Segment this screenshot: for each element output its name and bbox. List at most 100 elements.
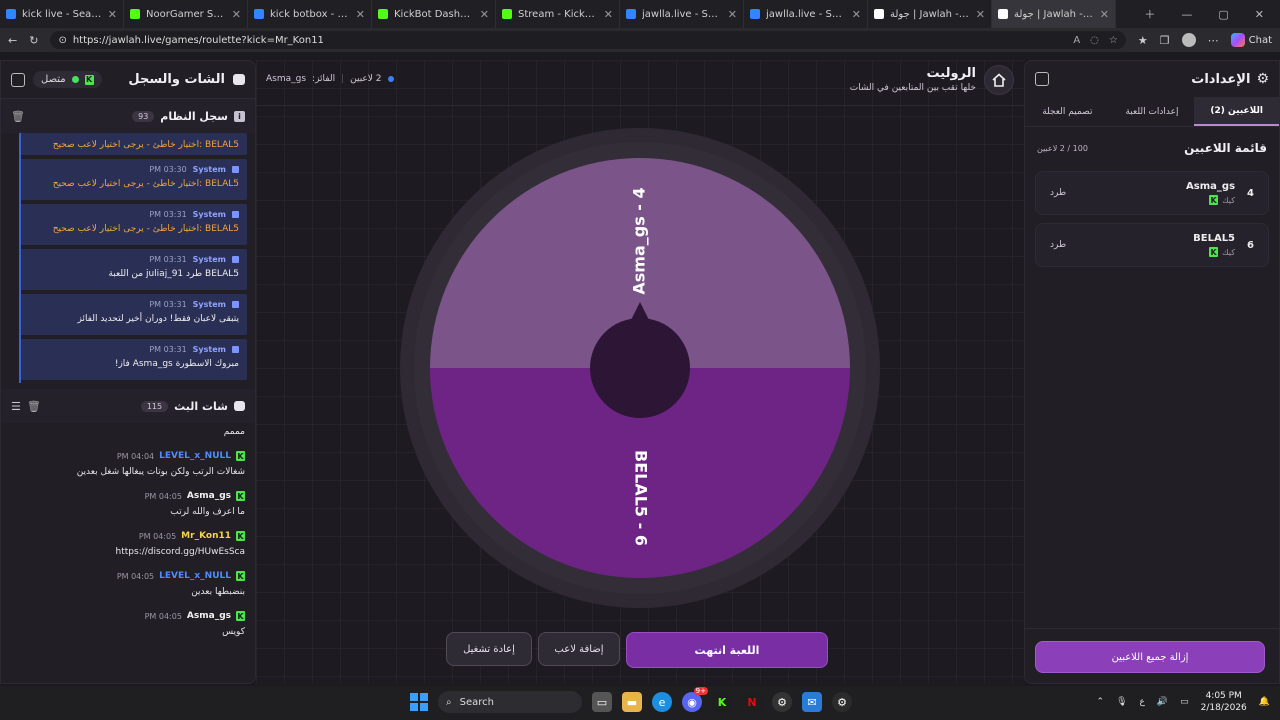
roulette-wheel[interactable]: Asma_gs - 4 BELAL5 - 6 — [398, 126, 882, 610]
settings-app-icon[interactable]: ⚙ — [832, 692, 852, 712]
window-controls: ＋ — ▢ ✕ — [1144, 0, 1280, 28]
translate-icon[interactable]: A — [1073, 35, 1080, 46]
kick-app-icon[interactable]: K — [712, 692, 732, 712]
close-tab-icon[interactable]: ✕ — [108, 8, 117, 21]
collapse-settings-icon[interactable] — [1035, 72, 1049, 86]
close-tab-icon[interactable]: ✕ — [728, 8, 737, 21]
chat-username[interactable]: LEVEL_x_NULL — [159, 571, 231, 581]
system-log-sender: System — [192, 300, 226, 309]
chat-time: PM 04:04 — [116, 451, 155, 461]
minimize-icon[interactable]: — — [1181, 8, 1192, 21]
more-menu-icon[interactable]: ⋯ — [1208, 34, 1219, 47]
close-tab-icon[interactable]: ✕ — [232, 8, 241, 21]
netflix-icon[interactable]: N — [742, 692, 762, 712]
profile-avatar[interactable] — [1181, 33, 1196, 47]
mail-icon[interactable]: ✉ — [802, 692, 822, 712]
reader-icon[interactable]: ◌ — [1090, 35, 1099, 46]
wheel-hub — [590, 318, 690, 418]
edge-icon[interactable]: e — [652, 692, 672, 712]
system-log-time: PM 03:31 — [149, 345, 187, 354]
copilot-button[interactable]: Chat — [1230, 33, 1272, 47]
remove-all-players-button[interactable]: إزالة جميع اللاعبين — [1035, 641, 1265, 673]
tab-game-settings[interactable]: إعدادات اللعبة — [1110, 97, 1195, 126]
battery-icon[interactable]: ▭ — [1180, 697, 1189, 707]
close-tab-icon[interactable]: ✕ — [976, 8, 985, 21]
taskbar-search[interactable]: ⌕ Search — [438, 691, 582, 713]
player-number: 6 — [1247, 239, 1254, 251]
browser-tab[interactable]: Stream - Kick Dashboard ✕ — [496, 0, 620, 28]
home-button[interactable] — [984, 65, 1014, 95]
close-tab-icon[interactable]: ✕ — [480, 8, 489, 21]
favorite-star-icon[interactable]: ☆ — [1109, 35, 1118, 46]
close-tab-icon[interactable]: ✕ — [356, 8, 365, 21]
discord-badge: 9+ — [693, 687, 708, 695]
tab-favicon — [626, 9, 636, 19]
chat-message-text: ما اعرف والله لرتب — [170, 507, 245, 517]
new-tab-icon[interactable]: ＋ — [1144, 6, 1155, 22]
game-title: الروليت — [926, 66, 976, 81]
browser-tab[interactable]: جولة | Jawlah - منصة الأ ✕ — [868, 0, 992, 28]
add-player-button[interactable]: إضافة لاعب — [538, 632, 620, 666]
back-icon[interactable]: ← — [8, 34, 17, 47]
tab-title: Stream - Kick Dashboard — [518, 8, 598, 20]
kick-icon: K — [236, 571, 245, 581]
taskbar-search-placeholder: Search — [459, 696, 494, 708]
players-list: 4 Asma_gs كيك K طرد 6 BELAL5 كيك K طرد — [1025, 171, 1279, 267]
system-log-item: System PM 03:30 BELAL5 :اختيار خاطئ - يرجى… — [19, 159, 247, 200]
refresh-icon[interactable]: ↻ — [29, 34, 38, 47]
tab-wheel-design[interactable]: تصميم العجلة — [1025, 97, 1110, 126]
chat-message: K LEVEL_x_NULL PM 04:05 بنضبطها بعدين — [11, 571, 245, 597]
game-over-button[interactable]: اللعبة انتهت — [626, 632, 828, 668]
chat-username[interactable]: Mr_Kon11 — [181, 531, 231, 541]
kick-player-button[interactable]: طرد — [1050, 240, 1066, 250]
language-indicator[interactable]: ع — [1140, 697, 1145, 707]
url-field[interactable]: ⊙ https://jawlah.live/games/roulette?kic… — [50, 31, 1126, 49]
maximize-icon[interactable]: ▢ — [1218, 8, 1228, 21]
clear-chat-trash-icon[interactable]: 🗑 — [27, 400, 41, 413]
winner-name: Asma_gs — [266, 74, 307, 84]
filter-icon[interactable]: ☰ — [11, 400, 21, 413]
browser-tab[interactable]: NoorGamer Stream - Wo ✕ — [124, 0, 248, 28]
chat-username[interactable]: LEVEL_x_NULL — [159, 451, 231, 461]
discord-icon[interactable]: ◉ 9+ — [682, 687, 708, 712]
close-tab-icon[interactable]: ✕ — [852, 8, 861, 21]
task-view-icon[interactable]: ▭ — [592, 692, 612, 712]
browser-tab[interactable]: kick botbox - Search ✕ — [248, 0, 372, 28]
steam-icon[interactable]: ⚙ — [772, 692, 792, 712]
notification-bell-icon[interactable]: 🔔 — [1259, 697, 1270, 707]
stream-chat-header: شات البث 115 🗑 ☰ — [1, 389, 255, 423]
copilot-icon — [1230, 33, 1245, 47]
favorites-icon[interactable]: ★ — [1138, 34, 1148, 47]
browser-tab[interactable]: jawlla.live - Search Imag ✕ — [744, 0, 868, 28]
chat-message: K Mr_Kon11 PM 04:05 https://discord.gg/HUwE… — [11, 531, 245, 557]
collections-icon[interactable]: ❐ — [1160, 34, 1170, 47]
site-info-icon[interactable]: ⊙ — [58, 35, 66, 46]
microphone-icon[interactable]: 🎙 — [1116, 697, 1127, 707]
browser-tab[interactable]: KickBot Dashboard ✕ — [372, 0, 496, 28]
kick-player-button[interactable]: طرد — [1050, 188, 1066, 198]
close-window-icon[interactable]: ✕ — [1255, 8, 1264, 21]
player-card: 6 BELAL5 كيك K طرد — [1035, 223, 1269, 267]
chat-username[interactable]: Asma_gs — [187, 491, 231, 501]
browser-tab[interactable]: kick live - Search ✕ — [0, 0, 124, 28]
browser-tab[interactable]: جولة | Jawlah - منصة الأ ✕ — [992, 0, 1116, 28]
volume-icon[interactable]: 🔊 — [1157, 697, 1168, 707]
clear-log-trash-icon[interactable]: 🗑 — [11, 110, 25, 123]
chat-time: PM 04:05 — [138, 531, 177, 541]
chevron-up-icon[interactable]: ⌃ — [1097, 697, 1105, 707]
close-tab-icon[interactable]: ✕ — [604, 8, 613, 21]
tab-title: KickBot Dashboard — [394, 8, 474, 20]
file-explorer-icon[interactable]: ▬ — [622, 692, 642, 712]
system-log-time: PM 03:31 — [149, 210, 187, 219]
url-text: https://jawlah.live/games/roulette?kick=… — [72, 34, 324, 46]
chat-username[interactable]: Asma_gs — [187, 611, 231, 621]
collapse-panel-icon[interactable] — [11, 72, 25, 87]
windows-start-icon[interactable] — [410, 693, 428, 711]
clock[interactable]: 4:05 PM 2/18/2026 — [1201, 690, 1247, 714]
restart-button[interactable]: إعادة تشغيل — [446, 632, 532, 666]
game-stats: 2 لاعبين | الفائز: Asma_gs — [266, 74, 394, 84]
tab-title: jawlla.live - Search — [642, 8, 722, 20]
tab-players[interactable]: اللاعبين (2) — [1194, 97, 1279, 126]
close-tab-icon[interactable]: ✕ — [1100, 8, 1109, 21]
browser-tab[interactable]: jawlla.live - Search ✕ — [620, 0, 744, 28]
